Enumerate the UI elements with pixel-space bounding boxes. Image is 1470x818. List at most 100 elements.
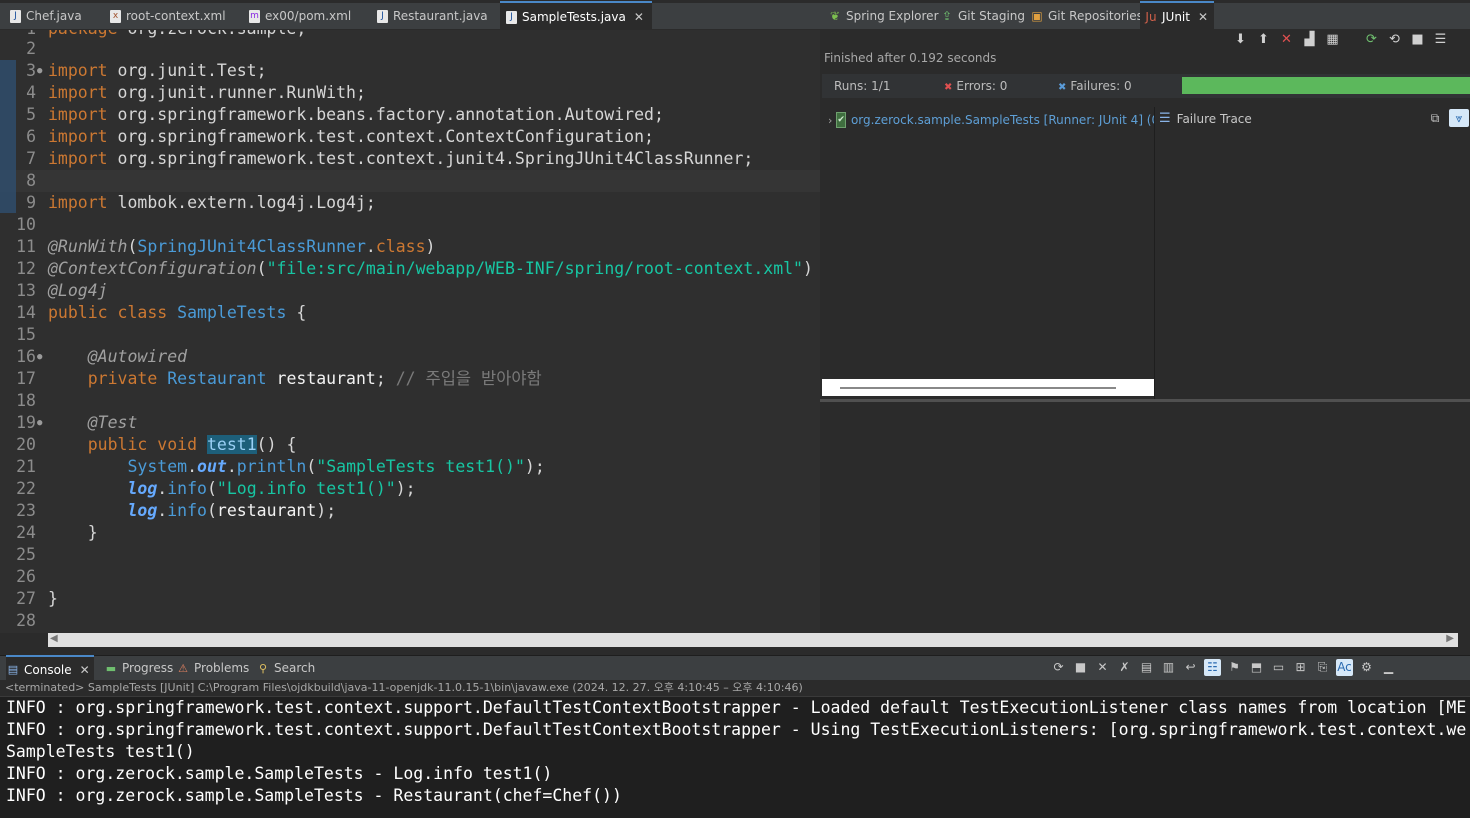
tab-problems[interactable]: ⚠ Problems <box>176 656 249 680</box>
tab-progress[interactable]: ▬ Progress <box>104 656 173 680</box>
console-line: INFO : org.springframework.test.context.… <box>6 698 1467 717</box>
maven-file-icon: m <box>249 9 260 23</box>
code-line: 27} <box>16 589 58 608</box>
code-line: 12 @ContextConfiguration("file:src/main/w… <box>16 259 813 278</box>
code-line: 16 ● @Autowired <box>16 347 188 366</box>
tab-git-repositories[interactable]: ▣ Git Repositories <box>1030 3 1143 29</box>
open-console-icon[interactable]: ⊞ <box>1292 659 1309 676</box>
clear-console-icon[interactable]: ▤ <box>1138 659 1155 676</box>
tab-label: Search <box>274 661 316 675</box>
failure-trace-pane: ☰ Failure Trace ⧉ ⩔ <box>1154 107 1470 399</box>
previous-failure-icon[interactable]: ⬆ <box>1255 31 1272 48</box>
tab-label: JUnit <box>1162 10 1190 24</box>
word-wrap-icon[interactable]: ↩ <box>1182 659 1199 676</box>
failures-counter: ✖ Failures: 0 <box>1058 79 1132 93</box>
console-line: INFO : org.zerock.sample.SampleTests - R… <box>6 786 622 805</box>
display-console-icon[interactable]: ▭ <box>1270 659 1287 676</box>
problems-icon: ⚠ <box>178 661 188 675</box>
code-editor[interactable]: 1package org.zerock.sample; 2 3●import o… <box>0 30 820 633</box>
compare-results-icon[interactable]: ⧉ <box>1427 109 1443 127</box>
code-line: 22 log.info("Log.info test1()"); <box>16 479 416 498</box>
progress-icon: ▬ <box>105 661 117 675</box>
scroll-left-icon[interactable]: ◀ <box>50 633 58 644</box>
code-line: 7 import org.springframework.test.context… <box>26 149 754 168</box>
close-icon[interactable]: ✕ <box>634 10 644 24</box>
tab-git-staging[interactable]: ⇪ Git Staging <box>940 3 1025 29</box>
tab-console[interactable]: ▤ Console ✕ <box>6 655 94 682</box>
tree-horizontal-scrollbar[interactable] <box>822 379 1154 396</box>
code-line: 5 import org.springframework.beans.factor… <box>26 105 664 124</box>
terminate-icon[interactable]: ■ <box>1072 659 1089 676</box>
scroll-lock-icon[interactable]: ▦ <box>1324 31 1341 48</box>
console-line: INFO : org.zerock.sample.SampleTests - L… <box>6 764 553 783</box>
tab-label: Restaurant.java <box>393 9 488 23</box>
failure-trace-header: ☰ Failure Trace <box>1159 111 1252 126</box>
close-icon[interactable]: ✕ <box>1198 10 1208 24</box>
tab-chef-java[interactable]: J Chef.java <box>10 3 82 29</box>
copy-icon[interactable]: ⎘ <box>1314 659 1331 676</box>
code-line: 4 import org.junit.runner.RunWith; <box>26 83 366 102</box>
code-line: 15 <box>16 325 36 344</box>
fold-icon: ● <box>37 352 43 362</box>
horizontal-scrollbar[interactable]: ◀ ▶ <box>48 633 1458 647</box>
java-file-icon: J <box>377 9 388 23</box>
current-line: 8 <box>0 170 820 192</box>
rerun-test-icon[interactable]: ⟳ <box>1363 31 1380 48</box>
tab-search[interactable]: ⚲ Search <box>256 656 315 680</box>
editor-right-gutter <box>1458 402 1470 647</box>
panel-divider[interactable] <box>820 399 1470 402</box>
remove-launch-icon[interactable]: ✕ <box>1094 659 1111 676</box>
code-line: 19 ● @Test <box>16 413 138 432</box>
code-line: 20 public void test1() { <box>16 435 297 454</box>
tab-junit[interactable]: Ju JUnit ✕ <box>1140 1 1215 31</box>
test-tree-item[interactable]: › ✔ org.zerock.sample.SampleTests [Runne… <box>828 111 1154 129</box>
show-on-error-icon[interactable]: ⚑ <box>1226 659 1243 676</box>
java-file-icon: J <box>506 10 517 24</box>
tab-label: Console <box>24 662 72 677</box>
code-line: 13 @Log4j <box>16 281 108 300</box>
scroll-right-icon[interactable]: ▶ <box>1446 633 1454 644</box>
tab-label: Git Repositories <box>1048 9 1143 23</box>
show-failures-only-icon[interactable]: ✕ <box>1278 31 1295 48</box>
failure-trace-label: Failure Trace <box>1176 111 1252 126</box>
scrollbar-thumb[interactable] <box>840 387 1116 389</box>
show-skipped-icon[interactable]: ▟ <box>1301 31 1318 48</box>
scroll-lock-icon[interactable]: ▥ <box>1160 659 1177 676</box>
tab-spring-explorer[interactable]: ❦ Spring Explorer <box>828 3 939 29</box>
tab-root-context-xml[interactable]: x root-context.xml <box>110 3 226 29</box>
failure-icon: ✖ <box>1058 82 1067 93</box>
next-failure-icon[interactable]: ⬇ <box>1232 31 1249 48</box>
rerun-failed-first-icon[interactable]: ⟲ <box>1386 31 1403 48</box>
list-icon: ☰ <box>1159 111 1171 126</box>
console-icon: ▤ <box>7 663 19 676</box>
filter-trace-icon[interactable]: ⩔ <box>1449 109 1469 127</box>
console-line: INFO : org.springframework.test.context.… <box>6 720 1467 739</box>
tab-label: Spring Explorer <box>846 9 939 23</box>
show-on-output-icon[interactable]: ☷ <box>1204 659 1221 676</box>
code-line: 3 ● import org.junit.Test; <box>26 61 267 80</box>
pin-console-icon[interactable]: ⬒ <box>1248 659 1265 676</box>
tab-pom-xml[interactable]: m ex00/pom.xml <box>249 3 351 29</box>
remove-all-terminated-icon[interactable]: ✗ <box>1116 659 1133 676</box>
test-run-history-icon[interactable]: ☰ <box>1432 31 1449 48</box>
chevron-right-icon[interactable]: › <box>828 114 832 127</box>
terminate-relaunch-icon[interactable]: ⟳ <box>1050 659 1067 676</box>
console-launch-status: <terminated> SampleTests [JUnit] C:\Prog… <box>0 680 1470 697</box>
code-line: 6 import org.springframework.test.context… <box>26 127 654 146</box>
settings-gear-icon[interactable]: ⚙ <box>1358 659 1375 676</box>
fold-icon: ● <box>37 418 43 428</box>
git-staging-icon: ⇪ <box>941 9 953 23</box>
minimize-icon[interactable]: ▁ <box>1380 659 1397 676</box>
view-tab-bar: ❦ Spring Explorer ⇪ Git Staging ▣ Git Re… <box>820 1 1470 31</box>
code-line: 24 } <box>16 523 98 542</box>
close-icon[interactable]: ✕ <box>80 663 90 677</box>
test-suite-ok-icon: ✔ <box>836 112 846 128</box>
code-line: 10 <box>16 215 36 234</box>
tab-sampletests-java[interactable]: J SampleTests.java ✕ <box>500 1 652 31</box>
stop-icon[interactable]: ■ <box>1409 31 1426 48</box>
editor-tab-bar: J Chef.java x root-context.xml m ex00/po… <box>0 1 820 31</box>
tab-restaurant-java[interactable]: J Restaurant.java <box>377 3 488 29</box>
console-output[interactable]: INFO : org.springframework.test.context.… <box>0 697 1470 818</box>
highlight-icon[interactable]: Ac <box>1336 659 1353 676</box>
search-icon: ⚲ <box>258 661 268 675</box>
